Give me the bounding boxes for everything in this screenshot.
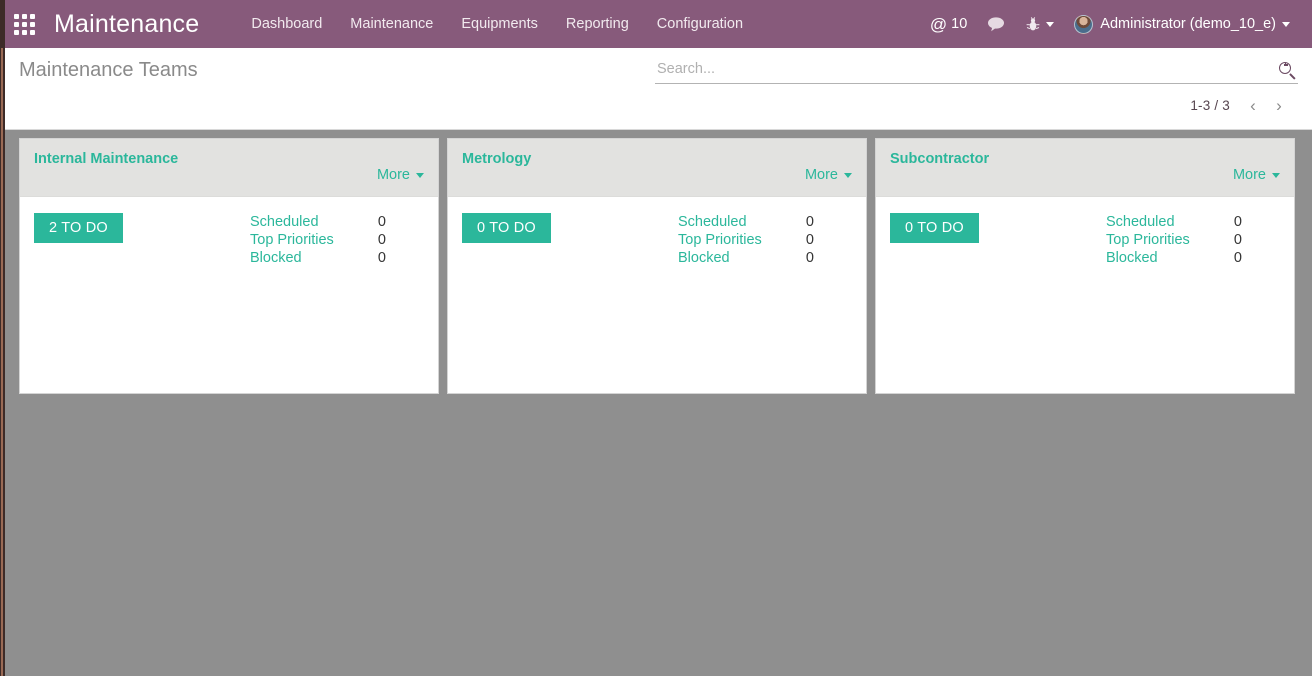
- pager-count: 1-3 / 3: [1190, 97, 1230, 113]
- stat-row[interactable]: Blocked 0: [250, 249, 386, 267]
- bug-icon: [1026, 16, 1040, 30]
- card-stats: Scheduled 0 Top Priorities 0 Blocked 0: [678, 213, 866, 393]
- card-more-label: More: [376, 167, 410, 183]
- menu-item-maintenance[interactable]: Maintenance: [336, 0, 447, 48]
- todo-button[interactable]: 2 TO DO: [34, 213, 123, 243]
- kanban-card-internal-maintenance[interactable]: Internal Maintenance More 2 TO DO Schedu…: [19, 138, 439, 394]
- card-todo-column: 0 TO DO: [876, 213, 1106, 393]
- stat-row[interactable]: Top Priorities 0: [250, 231, 386, 249]
- page-title: Maintenance Teams: [19, 59, 198, 81]
- card-body: 0 TO DO Scheduled 0 Top Priorities 0 Blo…: [876, 197, 1294, 393]
- chevron-down-icon: [1282, 21, 1290, 27]
- stat-label-top-priorities[interactable]: Top Priorities: [1106, 231, 1190, 249]
- apps-menu-button[interactable]: [0, 0, 48, 48]
- kanban-board: Internal Maintenance More 2 TO DO Schedu…: [5, 131, 1312, 676]
- stat-label-blocked[interactable]: Blocked: [250, 249, 302, 267]
- stat-row[interactable]: Top Priorities 0: [1106, 231, 1242, 249]
- menu-item-reporting[interactable]: Reporting: [552, 0, 643, 48]
- top-navbar: Maintenance Dashboard Maintenance Equipm…: [0, 0, 1312, 48]
- stat-value-blocked: 0: [805, 250, 814, 266]
- apps-grid-icon: [13, 13, 35, 35]
- stat-row[interactable]: Scheduled 0: [1106, 213, 1242, 231]
- menu-item-configuration[interactable]: Configuration: [643, 0, 757, 48]
- stat-label-top-priorities[interactable]: Top Priorities: [678, 231, 762, 249]
- card-header: Metrology More: [448, 139, 866, 197]
- stat-value-top-priorities: 0: [377, 232, 386, 248]
- control-panel: Maintenance Teams 1-3 / 3 ‹ ›: [5, 48, 1312, 130]
- messages-button[interactable]: [977, 0, 1016, 48]
- card-todo-column: 2 TO DO: [20, 213, 250, 393]
- pager-next-button[interactable]: ›: [1266, 94, 1292, 116]
- todo-button[interactable]: 0 TO DO: [890, 213, 979, 243]
- menu-item-dashboard[interactable]: Dashboard: [237, 0, 336, 48]
- card-more-dropdown[interactable]: More: [1233, 167, 1280, 183]
- stat-label-scheduled[interactable]: Scheduled: [1106, 213, 1175, 231]
- stat-label-blocked[interactable]: Blocked: [1106, 249, 1158, 267]
- pager-previous-button[interactable]: ‹: [1240, 94, 1266, 116]
- todo-button[interactable]: 0 TO DO: [462, 213, 551, 243]
- stat-row[interactable]: Blocked 0: [678, 249, 814, 267]
- stat-row[interactable]: Scheduled 0: [250, 213, 386, 231]
- main-menu: Dashboard Maintenance Equipments Reporti…: [237, 0, 757, 48]
- stat-row[interactable]: Scheduled 0: [678, 213, 814, 231]
- card-more-dropdown[interactable]: More: [805, 167, 852, 183]
- stat-label-blocked[interactable]: Blocked: [678, 249, 730, 267]
- user-menu-button[interactable]: Administrator (demo_10_e): [1064, 0, 1300, 48]
- card-title[interactable]: Metrology: [462, 151, 531, 167]
- stat-value-scheduled: 0: [805, 214, 814, 230]
- stat-row[interactable]: Top Priorities 0: [678, 231, 814, 249]
- mentions-button[interactable]: @ 10: [920, 0, 977, 48]
- menu-item-equipments[interactable]: Equipments: [447, 0, 552, 48]
- stat-row[interactable]: Blocked 0: [1106, 249, 1242, 267]
- chevron-down-icon: [1046, 21, 1055, 27]
- stat-label-scheduled[interactable]: Scheduled: [250, 213, 319, 231]
- kanban-card-metrology[interactable]: Metrology More 0 TO DO Scheduled 0 Top P…: [447, 138, 867, 394]
- pager: 1-3 / 3 ‹ ›: [1190, 94, 1292, 116]
- chevron-down-icon: [416, 172, 424, 178]
- card-title[interactable]: Internal Maintenance: [34, 151, 178, 167]
- odoo-maintenance-app: Maintenance Dashboard Maintenance Equipm…: [0, 0, 1312, 676]
- card-stats: Scheduled 0 Top Priorities 0 Blocked 0: [1106, 213, 1294, 393]
- stat-value-blocked: 0: [377, 250, 386, 266]
- stat-value-top-priorities: 0: [1233, 232, 1242, 248]
- card-more-label: More: [1232, 167, 1266, 183]
- search-icon[interactable]: [1278, 61, 1298, 81]
- stat-value-top-priorities: 0: [805, 232, 814, 248]
- left-edge-accent: [1, 48, 3, 676]
- mentions-count: 10: [951, 16, 968, 32]
- stat-value-blocked: 0: [1233, 250, 1242, 266]
- card-more-label: More: [804, 167, 838, 183]
- card-todo-column: 0 TO DO: [448, 213, 678, 393]
- left-edge-strip: [0, 0, 5, 676]
- stat-value-scheduled: 0: [1233, 214, 1242, 230]
- user-name-label: Administrator (demo_10_e): [1100, 16, 1276, 32]
- avatar: [1074, 14, 1094, 34]
- stat-value-scheduled: 0: [377, 214, 386, 230]
- debug-menu-button[interactable]: [1016, 0, 1064, 48]
- card-title[interactable]: Subcontractor: [890, 151, 989, 167]
- card-header: Internal Maintenance More: [20, 139, 438, 197]
- search-input[interactable]: [655, 61, 1278, 80]
- card-header: Subcontractor More: [876, 139, 1294, 197]
- chevron-down-icon: [844, 172, 852, 178]
- card-more-dropdown[interactable]: More: [377, 167, 424, 183]
- systray: @ 10 Administrator (demo_10_e): [920, 0, 1312, 48]
- app-brand-title: Maintenance: [54, 9, 200, 38]
- stat-label-scheduled[interactable]: Scheduled: [678, 213, 747, 231]
- stat-label-top-priorities[interactable]: Top Priorities: [250, 231, 334, 249]
- kanban-card-subcontractor[interactable]: Subcontractor More 0 TO DO Scheduled 0 T…: [875, 138, 1295, 394]
- card-stats: Scheduled 0 Top Priorities 0 Blocked 0: [250, 213, 438, 393]
- chevron-down-icon: [1272, 172, 1280, 178]
- card-body: 2 TO DO Scheduled 0 Top Priorities 0 Blo…: [20, 197, 438, 393]
- at-sign-icon: @: [929, 14, 948, 34]
- card-body: 0 TO DO Scheduled 0 Top Priorities 0 Blo…: [448, 197, 866, 393]
- chat-bubble-icon: [988, 17, 1005, 32]
- search-bar[interactable]: [655, 58, 1298, 84]
